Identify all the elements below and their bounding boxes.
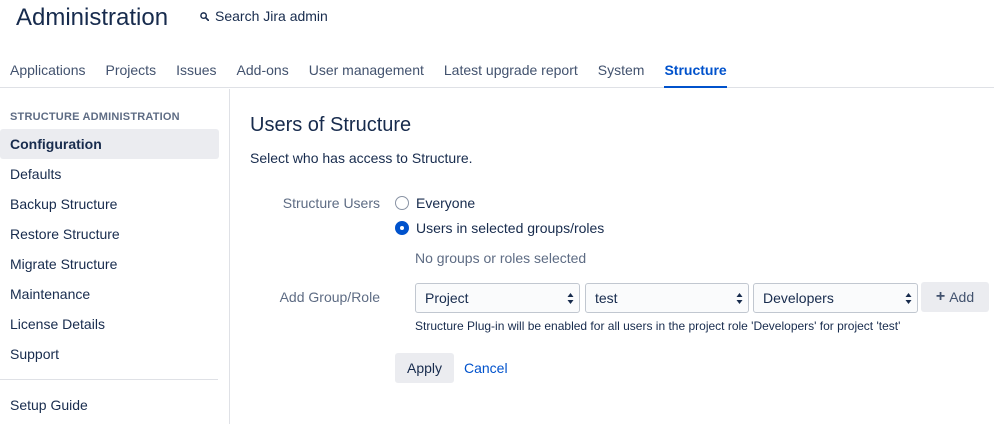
radio-everyone-control[interactable] bbox=[395, 196, 409, 210]
tab-projects[interactable]: Projects bbox=[96, 58, 167, 88]
page-description: Select who has access to Structure. bbox=[250, 150, 473, 166]
sidebar-item-license-details[interactable]: License Details bbox=[0, 309, 220, 339]
sidebar-item-configuration[interactable]: Configuration bbox=[0, 129, 219, 159]
radio-selected-groups[interactable]: Users in selected groups/roles bbox=[395, 220, 604, 236]
project-select-value: test bbox=[595, 290, 618, 306]
role-select-value: Developers bbox=[763, 290, 834, 306]
plus-icon: + bbox=[935, 288, 946, 305]
sidebar-heading: STRUCTURE ADMINISTRATION bbox=[10, 111, 180, 123]
admin-search[interactable]: Search Jira admin bbox=[200, 7, 328, 25]
type-select-value: Project bbox=[425, 290, 469, 306]
radio-selected-groups-control[interactable] bbox=[395, 221, 409, 235]
tab-issues[interactable]: Issues bbox=[166, 58, 226, 88]
sidebar-list: Configuration Defaults Backup Structure … bbox=[0, 129, 220, 369]
add-hint-text: Structure Plug-in will be enabled for al… bbox=[415, 319, 901, 333]
admin-tabs: Applications Projects Issues Add-ons Use… bbox=[0, 58, 737, 88]
tab-add-ons[interactable]: Add-ons bbox=[227, 58, 299, 88]
sidebar-item-restore-structure[interactable]: Restore Structure bbox=[0, 219, 220, 249]
structure-users-label: Structure Users bbox=[282, 195, 380, 211]
sidebar-item-defaults[interactable]: Defaults bbox=[0, 159, 220, 189]
no-selection-message: No groups or roles selected bbox=[415, 250, 587, 266]
sidebar-divider bbox=[0, 379, 218, 380]
search-icon bbox=[200, 11, 209, 21]
type-select[interactable]: Project bbox=[415, 283, 580, 313]
radio-everyone-label: Everyone bbox=[416, 195, 476, 211]
tab-user-management[interactable]: User management bbox=[299, 58, 434, 88]
sidebar-item-backup-structure[interactable]: Backup Structure bbox=[0, 189, 220, 219]
add-group-role-button[interactable]: + Add bbox=[921, 282, 989, 312]
project-select[interactable]: test bbox=[585, 283, 749, 313]
tab-latest-upgrade-report[interactable]: Latest upgrade report bbox=[434, 58, 588, 88]
radio-everyone[interactable]: Everyone bbox=[395, 195, 475, 211]
tab-applications[interactable]: Applications bbox=[0, 58, 96, 88]
page-header-title: Administration bbox=[16, 4, 169, 31]
radio-selected-groups-label: Users in selected groups/roles bbox=[416, 220, 605, 236]
tab-system[interactable]: System bbox=[588, 58, 655, 88]
cancel-link[interactable]: Cancel bbox=[464, 353, 508, 383]
sidebar-item-maintenance[interactable]: Maintenance bbox=[0, 279, 220, 309]
page-title: Users of Structure bbox=[250, 114, 412, 136]
sidebar-item-support[interactable]: Support bbox=[0, 339, 220, 369]
search-label: Search Jira admin bbox=[215, 8, 328, 24]
select-arrows-icon bbox=[567, 293, 574, 304]
role-select[interactable]: Developers bbox=[753, 283, 918, 313]
select-arrows-icon bbox=[736, 293, 743, 304]
sidebar: STRUCTURE ADMINISTRATION Configuration D… bbox=[0, 89, 230, 424]
add-group-role-label: Add Group/Role bbox=[279, 289, 380, 305]
sidebar-bottom-list: Setup Guide bbox=[0, 390, 220, 420]
tab-structure[interactable]: Structure bbox=[654, 58, 736, 88]
apply-button[interactable]: Apply bbox=[395, 353, 454, 383]
select-arrows-icon bbox=[905, 293, 912, 304]
admin-header: Administration Search Jira admin Applica… bbox=[0, 0, 994, 88]
sidebar-item-setup-guide[interactable]: Setup Guide bbox=[0, 390, 220, 420]
sidebar-item-migrate-structure[interactable]: Migrate Structure bbox=[0, 249, 220, 279]
add-button-label: Add bbox=[949, 289, 975, 305]
main-content: Users of Structure Select who has access… bbox=[250, 89, 994, 424]
